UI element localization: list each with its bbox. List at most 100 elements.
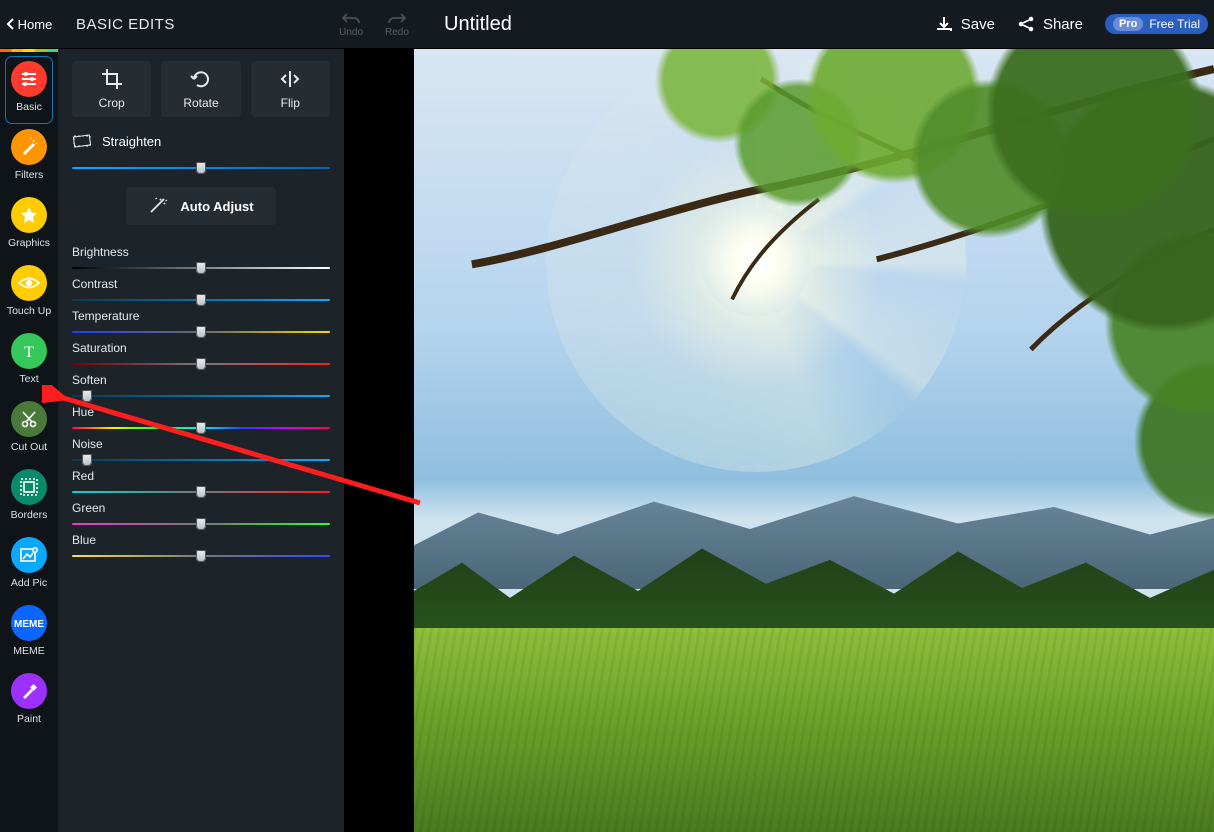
nav-label-paint: Paint <box>17 713 41 725</box>
slider-knob-blue[interactable] <box>196 550 206 562</box>
slider-knob-temperature[interactable] <box>196 326 206 338</box>
slider-track-contrast[interactable] <box>72 295 330 305</box>
touchup-icon <box>11 265 47 301</box>
slider-knob-brightness[interactable] <box>196 262 206 274</box>
slider-knob-hue[interactable] <box>196 422 206 434</box>
graphics-icon <box>11 197 47 233</box>
nav-item-addpic[interactable]: Add Pic <box>6 533 52 599</box>
slider-label-green: Green <box>72 501 330 515</box>
auto-adjust-label: Auto Adjust <box>180 199 253 214</box>
basic-icon <box>11 61 47 97</box>
slider-soften[interactable]: Soften <box>72 373 330 401</box>
slider-saturation[interactable]: Saturation <box>72 341 330 369</box>
slider-track-straighten[interactable] <box>72 163 330 173</box>
crop-label: Crop <box>99 96 125 110</box>
document-title[interactable]: Untitled <box>414 13 512 36</box>
slider-track-hue[interactable] <box>72 423 330 433</box>
slider-red[interactable]: Red <box>72 469 330 497</box>
nav-label-addpic: Add Pic <box>11 577 47 589</box>
slider-temperature[interactable]: Temperature <box>72 309 330 337</box>
nav-item-paint[interactable]: Paint <box>6 669 52 735</box>
slider-track-temperature[interactable] <box>72 327 330 337</box>
left-nav: Basic Filters Graphics Touch Up T Text Cut Out… <box>0 49 58 832</box>
slider-knob-contrast[interactable] <box>196 294 206 306</box>
nav-item-filters[interactable]: Filters <box>6 125 52 191</box>
chevron-left-icon <box>6 17 16 31</box>
auto-adjust-button[interactable]: Auto Adjust <box>126 187 275 225</box>
slider-label-saturation: Saturation <box>72 341 330 355</box>
nav-item-text[interactable]: T Text <box>6 329 52 395</box>
svg-text:MEME: MEME <box>14 619 44 630</box>
paint-icon <box>11 673 47 709</box>
undo-label: Undo <box>339 27 363 38</box>
slider-track-green[interactable] <box>72 519 330 529</box>
slider-track-red[interactable] <box>72 487 330 497</box>
nav-item-graphics[interactable]: Graphics <box>6 193 52 259</box>
nav-label-cutout: Cut Out <box>11 441 47 453</box>
slider-track-soften[interactable] <box>72 391 330 401</box>
nav-label-touchup: Touch Up <box>7 305 51 317</box>
slider-knob-straighten[interactable] <box>196 162 206 174</box>
slider-knob-red[interactable] <box>196 486 206 498</box>
nav-label-basic: Basic <box>16 101 42 113</box>
nav-item-basic[interactable]: Basic <box>6 57 52 123</box>
slider-straighten[interactable] <box>72 163 330 173</box>
filters-icon <box>11 129 47 165</box>
download-icon <box>935 15 953 33</box>
redo-button[interactable]: Redo <box>385 11 409 38</box>
home-label: Home <box>18 17 53 32</box>
slider-contrast[interactable]: Contrast <box>72 277 330 305</box>
flip-button[interactable]: Flip <box>251 61 330 117</box>
home-button[interactable]: Home <box>0 0 58 48</box>
nav-item-borders[interactable]: Borders <box>6 465 52 531</box>
slider-label-brightness: Brightness <box>72 245 330 259</box>
top-actions: Save Share Pro Free Trial <box>935 14 1214 34</box>
flip-icon <box>279 68 301 90</box>
nav-item-meme[interactable]: MEME MEME <box>6 601 52 667</box>
redo-icon <box>388 11 406 25</box>
nav-label-meme: MEME <box>13 645 45 657</box>
flip-label: Flip <box>281 96 300 110</box>
slider-track-blue[interactable] <box>72 551 330 561</box>
slider-blue[interactable]: Blue <box>72 533 330 561</box>
slider-track-noise[interactable] <box>72 455 330 465</box>
slider-noise[interactable]: Noise <box>72 437 330 465</box>
share-label: Share <box>1043 16 1083 33</box>
slider-brightness[interactable]: Brightness <box>72 245 330 273</box>
nav-item-cutout[interactable]: Cut Out <box>6 397 52 463</box>
slider-green[interactable]: Green <box>72 501 330 529</box>
share-button[interactable]: Share <box>1017 15 1083 33</box>
straighten-label: Straighten <box>102 134 161 149</box>
share-icon <box>1017 15 1035 33</box>
nav-label-text: Text <box>19 373 38 385</box>
canvas[interactable] <box>414 49 1214 832</box>
panel-canvas-gutter <box>344 49 414 832</box>
svg-text:T: T <box>24 344 34 361</box>
nav-label-borders: Borders <box>11 509 48 521</box>
pro-text: Free Trial <box>1149 17 1200 31</box>
save-button[interactable]: Save <box>935 15 995 33</box>
rotate-button[interactable]: Rotate <box>161 61 240 117</box>
panel-title: BASIC EDITS <box>58 16 334 33</box>
slider-label-contrast: Contrast <box>72 277 330 291</box>
straighten-icon <box>72 133 92 149</box>
slider-knob-green[interactable] <box>196 518 206 530</box>
topbar: Home BASIC EDITS Undo Redo Untitled Save… <box>0 0 1214 49</box>
pro-badge[interactable]: Pro Free Trial <box>1105 14 1208 34</box>
nav-item-touchup[interactable]: Touch Up <box>6 261 52 327</box>
nav-label-filters: Filters <box>15 169 44 181</box>
borders-icon <box>11 469 47 505</box>
crop-button[interactable]: Crop <box>72 61 151 117</box>
undo-button[interactable]: Undo <box>339 11 363 38</box>
slider-track-saturation[interactable] <box>72 359 330 369</box>
rotate-icon <box>190 68 212 90</box>
redo-label: Redo <box>385 27 409 38</box>
slider-track-brightness[interactable] <box>72 263 330 273</box>
slider-knob-saturation[interactable] <box>196 358 206 370</box>
slider-hue[interactable]: Hue <box>72 405 330 433</box>
slider-knob-noise[interactable] <box>82 454 92 466</box>
pro-pill: Pro <box>1113 17 1143 31</box>
slider-label-hue: Hue <box>72 405 330 419</box>
tools-panel: Crop Rotate Flip Straighten <box>58 49 344 832</box>
slider-knob-soften[interactable] <box>82 390 92 402</box>
